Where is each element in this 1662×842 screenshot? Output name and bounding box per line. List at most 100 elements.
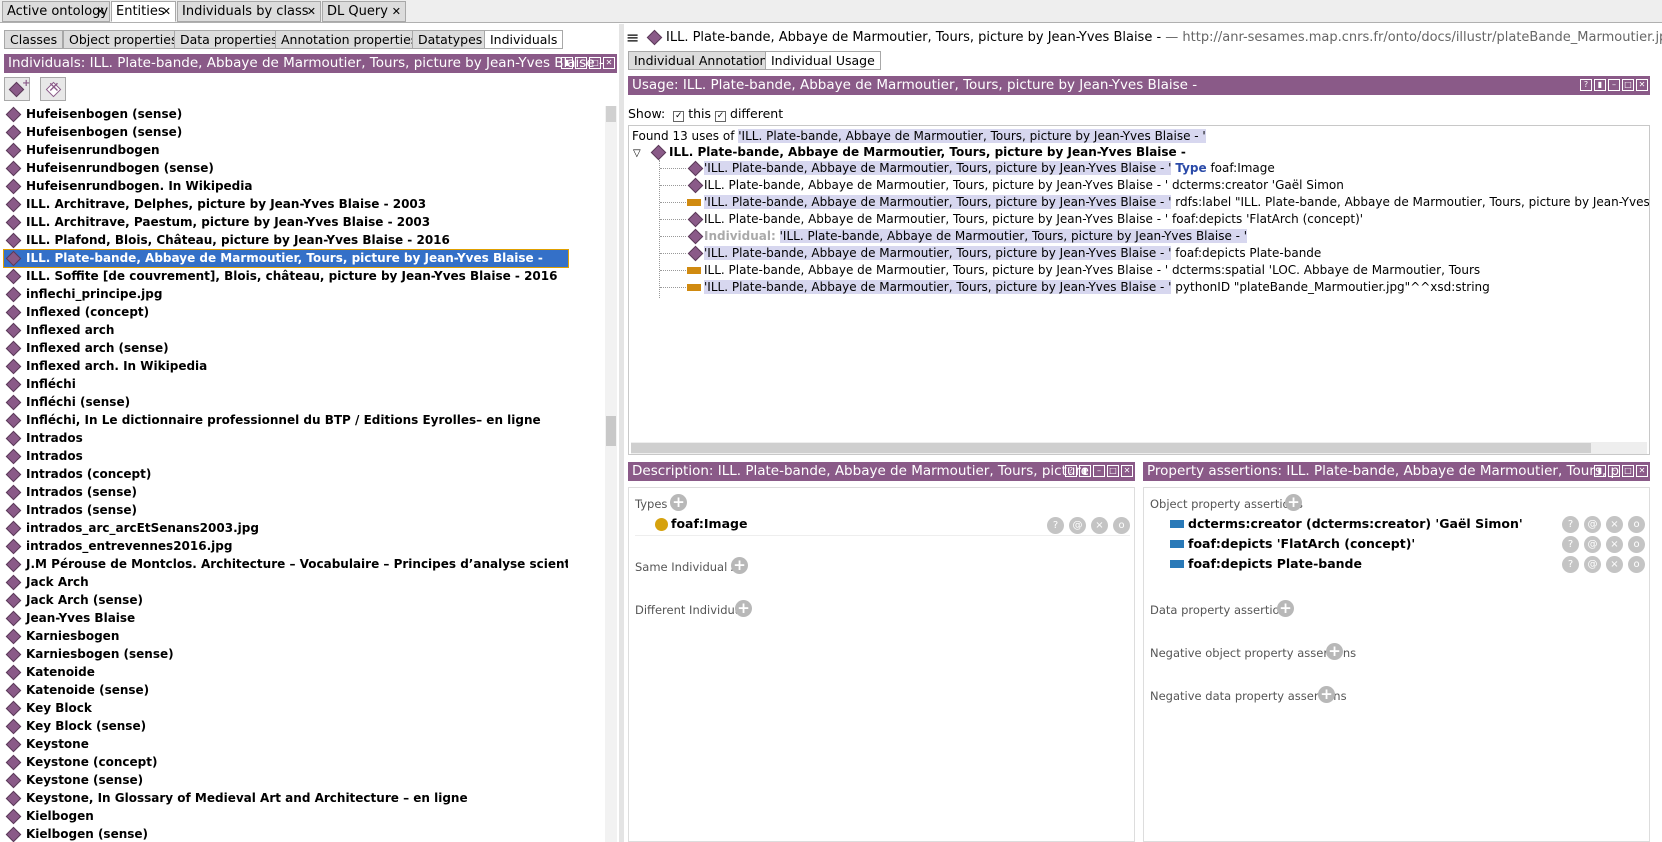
list-item[interactable]: Hufeisenrundbogen — [4, 142, 568, 159]
maximize-icon[interactable]: □ — [1622, 79, 1634, 91]
add-object-assertion-button[interactable]: + — [1285, 494, 1302, 511]
close-icon[interactable]: ✕ — [1636, 465, 1648, 477]
close-icon[interactable]: ✕ — [307, 2, 316, 22]
tab-datatypes[interactable]: Datatypes — [412, 30, 489, 49]
edit-icon[interactable]: o — [1628, 536, 1645, 553]
this-checkbox[interactable]: ✓ — [673, 111, 685, 122]
different-checkbox[interactable]: ✓ — [715, 111, 727, 122]
menu-icon[interactable]: ≡ — [626, 30, 639, 46]
annotate-icon[interactable]: @ — [1069, 517, 1086, 534]
minimize-icon[interactable]: – — [1093, 465, 1105, 477]
list-item[interactable]: Jack Arch — [4, 574, 568, 591]
edit-icon[interactable]: o — [1113, 517, 1130, 534]
usage-line[interactable]: ILL. Plate-bande, Abbaye de Marmoutier, … — [704, 211, 1363, 227]
add-different-individual-button[interactable]: + — [735, 600, 752, 617]
close-icon[interactable]: ✕ — [96, 2, 105, 22]
tree-root[interactable]: ILL. Plate-bande, Abbaye de Marmoutier, … — [669, 144, 1186, 160]
split-icon[interactable]: ▮ — [1079, 465, 1091, 477]
delete-icon[interactable]: × — [1606, 516, 1623, 533]
add-type-button[interactable]: + — [670, 494, 687, 511]
add-negative-object-assertion-button[interactable]: + — [1326, 643, 1343, 660]
help-icon[interactable]: ? — [1562, 536, 1579, 553]
usage-line[interactable]: ILL. Plate-bande, Abbaye de Marmoutier, … — [704, 177, 1344, 193]
add-negative-data-assertion-button[interactable]: + — [1318, 686, 1335, 703]
help-icon[interactable]: ? — [1562, 516, 1579, 533]
help-icon[interactable]: ? — [1065, 465, 1077, 477]
tab-classes[interactable]: Classes — [4, 30, 64, 49]
tab-annotation-properties[interactable]: Annotation properties — [275, 30, 424, 49]
split-icon[interactable]: ▮ — [1594, 465, 1606, 477]
list-item[interactable]: Jack Arch (sense) — [4, 592, 568, 609]
tab-active-ontology[interactable]: Active ontology ✕ — [2, 1, 110, 22]
list-item[interactable]: Inflexed arch. In Wikipedia — [4, 358, 568, 375]
annotate-icon[interactable]: @ — [1584, 536, 1601, 553]
minimize-icon[interactable]: – — [575, 57, 587, 69]
list-item[interactable]: Infléchi (sense) — [4, 394, 568, 411]
list-item[interactable]: Infléchi, In Le dictionnaire professionn… — [4, 412, 568, 429]
maximize-icon[interactable]: □ — [1622, 465, 1634, 477]
list-item[interactable]: Hufeisenbogen (sense) — [4, 106, 568, 123]
close-icon[interactable]: ✕ — [392, 2, 401, 22]
close-icon[interactable]: ✕ — [1121, 465, 1133, 477]
minimize-icon[interactable]: – — [1608, 465, 1620, 477]
list-item[interactable]: Katenoide — [4, 664, 568, 681]
tab-dl-query[interactable]: DL Query ✕ — [322, 1, 406, 22]
tab-individual-usage[interactable]: Individual Usage — [765, 51, 881, 70]
list-item[interactable]: Intrados (sense) — [4, 502, 568, 519]
list-item[interactable]: ILL. Architrave, Paestum, picture by Jea… — [4, 214, 568, 231]
delete-icon[interactable]: × — [1606, 536, 1623, 553]
tab-entities[interactable]: Entities ✕ — [111, 1, 176, 22]
list-item[interactable]: Inflexed arch (sense) — [4, 340, 568, 357]
list-item[interactable]: Kielbogen (sense) — [4, 826, 568, 842]
usage-line[interactable]: 'ILL. Plate-bande, Abbaye de Marmoutier,… — [704, 160, 1275, 176]
help-icon[interactable]: ? — [1562, 556, 1579, 573]
usage-line[interactable]: Individual: 'ILL. Plate-bande, Abbaye de… — [704, 228, 1248, 244]
split-icon[interactable]: ▮ — [561, 57, 573, 69]
list-item[interactable]: Intrados — [4, 448, 568, 465]
list-item[interactable]: ILL. Soffite [de couvrement], Blois, châ… — [4, 268, 568, 285]
delete-icon[interactable]: × — [1091, 517, 1108, 534]
annotate-icon[interactable]: @ — [1584, 516, 1601, 533]
list-item[interactable]: ILL. Plafond, Blois, Château, picture by… — [4, 232, 568, 249]
edit-icon[interactable]: o — [1628, 556, 1645, 573]
maximize-icon[interactable]: □ — [589, 57, 601, 69]
list-item[interactable]: Katenoide (sense) — [4, 682, 568, 699]
scroll-thumb[interactable] — [606, 106, 616, 122]
list-item[interactable]: Keystone (sense) — [4, 772, 568, 789]
tab-individuals-by-class[interactable]: Individuals by class ✕ — [177, 1, 321, 22]
split-icon[interactable]: ▮ — [1594, 79, 1606, 91]
horizontal-scrollbar[interactable] — [631, 442, 1647, 454]
list-item[interactable]: Keystone — [4, 736, 568, 753]
list-scrollbar[interactable] — [605, 106, 617, 842]
list-item[interactable]: Infléchi — [4, 376, 568, 393]
help-icon[interactable]: ? — [1580, 79, 1592, 91]
add-individual-button[interactable]: + — [4, 77, 30, 101]
list-item[interactable]: inflechi_principe.jpg — [4, 286, 568, 303]
list-item[interactable]: Kielbogen — [4, 808, 568, 825]
close-icon[interactable]: ✕ — [1636, 79, 1648, 91]
scroll-thumb[interactable] — [631, 443, 1591, 453]
split-divider[interactable] — [619, 24, 624, 842]
list-item[interactable]: Hufeisenrundbogen (sense) — [4, 160, 568, 177]
close-icon[interactable]: ✕ — [603, 57, 615, 69]
list-item[interactable]: Karniesbogen (sense) — [4, 646, 568, 663]
usage-line[interactable]: 'ILL. Plate-bande, Abbaye de Marmoutier,… — [704, 279, 1490, 295]
usage-line[interactable]: 'ILL. Plate-bande, Abbaye de Marmoutier,… — [704, 245, 1321, 261]
object-assertion-row[interactable]: foaf:depicts 'FlatArch (concept)' — [1188, 534, 1415, 554]
object-assertion-row[interactable]: foaf:depicts Plate-bande — [1188, 554, 1362, 574]
list-item[interactable]: intrados_entrevennes2016.jpg — [4, 538, 568, 555]
list-item[interactable]: Intrados — [4, 430, 568, 447]
list-item[interactable]: Hufeisenbogen (sense) — [4, 124, 568, 141]
scroll-thumb[interactable] — [606, 416, 616, 446]
annotate-icon[interactable]: @ — [1584, 556, 1601, 573]
minimize-icon[interactable]: – — [1608, 79, 1620, 91]
edit-icon[interactable]: o — [1628, 516, 1645, 533]
list-item[interactable]: Karniesbogen — [4, 628, 568, 645]
close-icon[interactable]: ✕ — [162, 2, 171, 22]
add-same-individual-button[interactable]: + — [731, 557, 748, 574]
type-value[interactable]: foaf:Image — [671, 514, 747, 534]
delete-individual-button[interactable]: ✕ — [40, 77, 66, 101]
tab-object-properties[interactable]: Object properties — [63, 30, 184, 49]
list-item[interactable]: ILL. Architrave, Delphes, picture by Jea… — [4, 196, 568, 213]
list-item[interactable]: J.M Pérouse de Montclos. Architecture – … — [4, 556, 568, 573]
